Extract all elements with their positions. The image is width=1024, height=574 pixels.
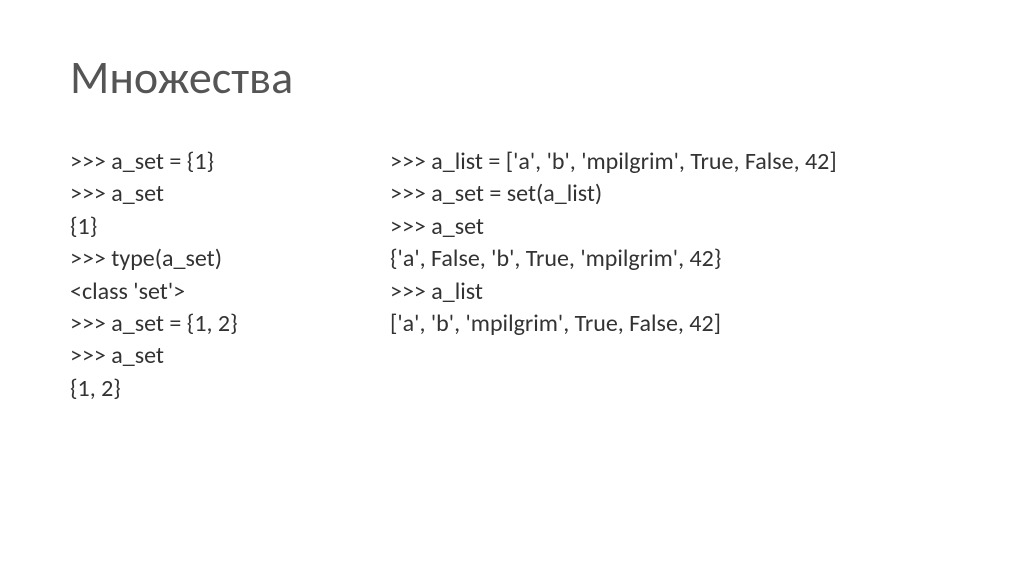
- code-line: >>> a_set = {1}: [70, 146, 330, 178]
- code-line: {1}: [70, 211, 330, 243]
- code-line: >>> a_list = ['a', 'b', 'mpilgrim', True…: [390, 146, 954, 178]
- code-line: >>> type(a_set): [70, 243, 330, 275]
- code-line: <class 'set'>: [70, 276, 330, 308]
- code-line: >>> a_set = {1, 2}: [70, 308, 330, 340]
- content-columns: >>> a_set = {1} >>> a_set {1} >>> type(a…: [70, 146, 954, 405]
- left-column: >>> a_set = {1} >>> a_set {1} >>> type(a…: [70, 146, 330, 405]
- code-line: >>> a_set: [70, 340, 330, 372]
- code-line: >>> a_set: [70, 178, 330, 210]
- code-line: ['a', 'b', 'mpilgrim', True, False, 42]: [390, 308, 954, 340]
- right-column: >>> a_list = ['a', 'b', 'mpilgrim', True…: [390, 146, 954, 405]
- code-line: >>> a_set: [390, 211, 954, 243]
- code-line: {'a', False, 'b', True, 'mpilgrim', 42}: [390, 243, 954, 275]
- code-line: >>> a_set = set(a_list): [390, 178, 954, 210]
- slide-title: Множества: [70, 50, 954, 106]
- code-line: >>> a_list: [390, 276, 954, 308]
- code-line: {1, 2}: [70, 373, 330, 405]
